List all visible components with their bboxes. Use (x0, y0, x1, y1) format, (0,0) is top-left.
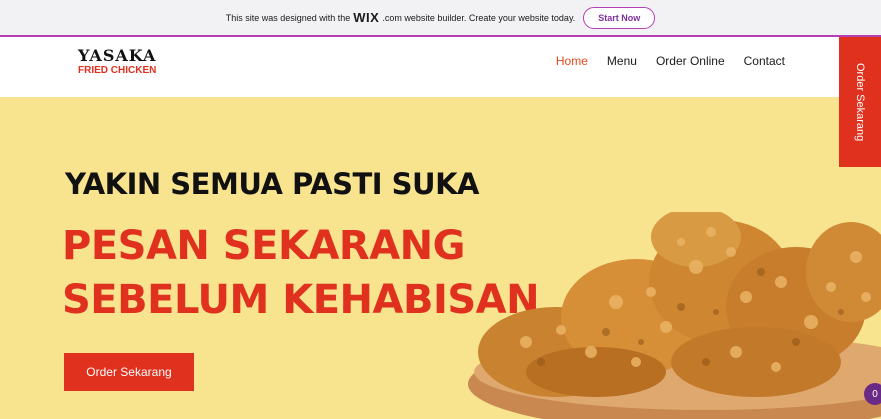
logo-sub-text: FRIED CHICKEN (78, 65, 157, 76)
order-sekarang-side-tab[interactable]: Order Sekarang (839, 37, 881, 167)
hero-headline-line-1: PESAN SEKARANG (62, 223, 465, 269)
start-now-button[interactable]: Start Now (583, 6, 656, 29)
wix-banner-text-before: This site was designed with the (225, 12, 351, 23)
logo-main-text: YASAKA (78, 46, 157, 65)
fried-chicken-bowl-image (468, 212, 881, 419)
order-sekarang-button[interactable]: Order Sekarang (64, 353, 194, 391)
nav-order-online[interactable]: Order Online (656, 54, 725, 68)
site-header: YASAKA FRIED CHICKEN Home Menu Order Onl… (0, 37, 881, 97)
wix-banner-text: This site was designed with the WIX .com … (226, 10, 576, 25)
main-nav: Home Menu Order Online Contact (556, 54, 785, 68)
nav-home[interactable]: Home (556, 54, 588, 68)
wix-logo[interactable]: WIX (353, 10, 379, 25)
wix-banner-text-after: .com website builder. Create your websit… (382, 12, 576, 23)
wix-banner: This site was designed with the WIX .com … (0, 0, 881, 37)
side-tab-label: Order Sekarang (854, 62, 866, 142)
hero-title: YAKIN SEMUA PASTI SUKA (65, 167, 480, 201)
chat-notification-badge[interactable]: 0 (864, 383, 881, 405)
site-logo[interactable]: YASAKA FRIED CHICKEN (78, 47, 156, 77)
nav-contact[interactable]: Contact (744, 54, 785, 68)
hero-section: YAKIN SEMUA PASTI SUKA PESAN SEKARANG SE… (0, 97, 881, 419)
nav-menu[interactable]: Menu (607, 54, 637, 68)
